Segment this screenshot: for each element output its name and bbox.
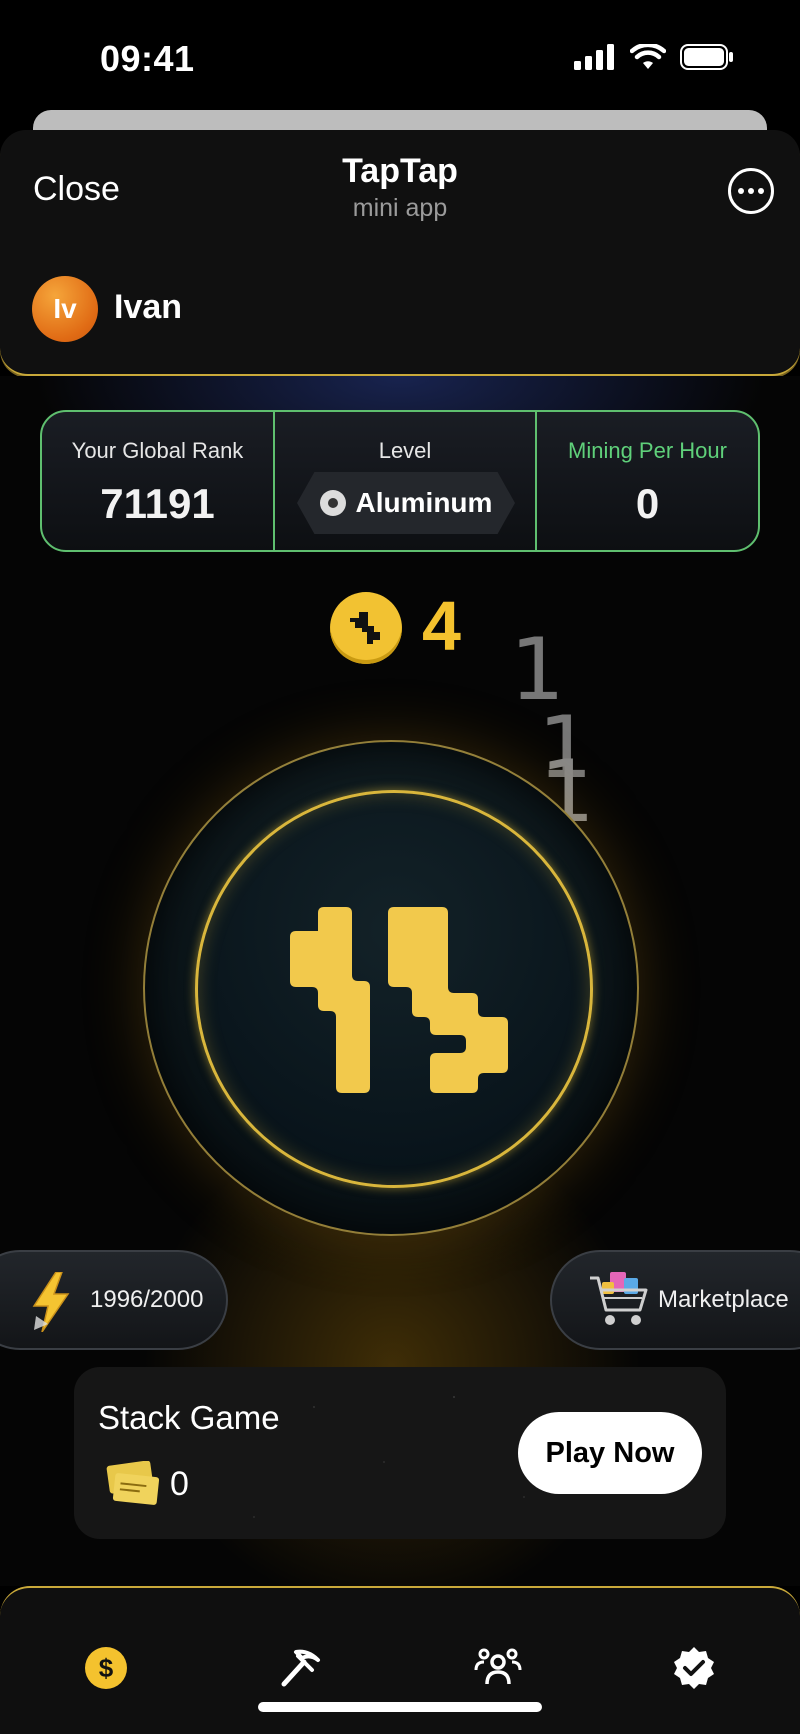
coin-icon (330, 592, 402, 664)
nav-mine[interactable] (272, 1640, 328, 1696)
tap-coin-button[interactable] (143, 740, 639, 1236)
wifi-icon (630, 44, 666, 69)
global-rank-label: Your Global Rank (71, 438, 244, 463)
svg-text:$: $ (99, 1653, 114, 1683)
ticket-count: 0 (170, 1465, 189, 1503)
pickaxe-icon (281, 1649, 320, 1687)
nav-earn[interactable]: $ (78, 1640, 134, 1696)
marketplace-label: Marketplace (658, 1286, 789, 1313)
level-medal-icon (319, 490, 346, 516)
mining-label: Mining Per Hour (568, 438, 727, 463)
stack-game-title: Stack Game (98, 1399, 280, 1436)
status-icons (574, 44, 734, 70)
taptap-logo-icon (350, 612, 380, 644)
lightning-icon (32, 1272, 70, 1332)
battery-icon (680, 44, 733, 70)
marketplace-button[interactable]: Marketplace (550, 1250, 800, 1350)
mining-value: 0 (635, 480, 660, 527)
nav-tasks[interactable] (666, 1640, 722, 1696)
more-options-button[interactable] (728, 168, 774, 214)
more-dot-icon (748, 188, 754, 194)
level-label: Level (378, 438, 432, 463)
more-dot-icon (758, 188, 764, 194)
signal-icon (574, 44, 614, 70)
stack-game-card: Stack Game 0 Play Now (74, 1367, 726, 1539)
nav-friends[interactable] (470, 1640, 526, 1696)
dollar-coin-icon: $ (85, 1647, 127, 1689)
app-title: TapTap (342, 152, 458, 190)
coin-balance: 4 (422, 587, 461, 665)
shopping-cart-icon (590, 1272, 648, 1325)
more-dot-icon (738, 188, 744, 194)
level-stat[interactable]: Level Aluminum (275, 412, 537, 550)
status-time: 09:41 (100, 38, 195, 79)
mining-stat[interactable]: Mining Per Hour 0 (537, 412, 758, 550)
global-rank-stat[interactable]: Your Global Rank 71191 (42, 412, 275, 550)
global-rank-value: 71191 (100, 480, 215, 527)
mini-app-header: Close TapTap mini app Iv Ivan (0, 130, 800, 376)
stats-card: Your Global Rank 71191 Level Aluminum Mi… (40, 410, 760, 552)
home-indicator[interactable] (258, 1702, 542, 1712)
tap-coin-inner-ring (195, 790, 593, 1188)
app-subtitle: mini app (352, 194, 448, 222)
ticket-icon (106, 1461, 160, 1505)
level-value: Aluminum (355, 487, 493, 518)
username: Ivan (114, 288, 183, 326)
avatar[interactable]: Iv (32, 276, 98, 342)
level-badge: Aluminum (297, 472, 515, 534)
taptap-logo-icon (290, 907, 508, 1093)
energy-indicator[interactable]: 1996/2000 (0, 1250, 228, 1350)
status-bar: 09:41 (0, 0, 800, 110)
play-now-button[interactable]: Play Now (518, 1412, 702, 1494)
energy-value: 1996/2000 (90, 1286, 204, 1313)
verified-check-icon (674, 1647, 714, 1689)
friends-icon (474, 1648, 522, 1685)
